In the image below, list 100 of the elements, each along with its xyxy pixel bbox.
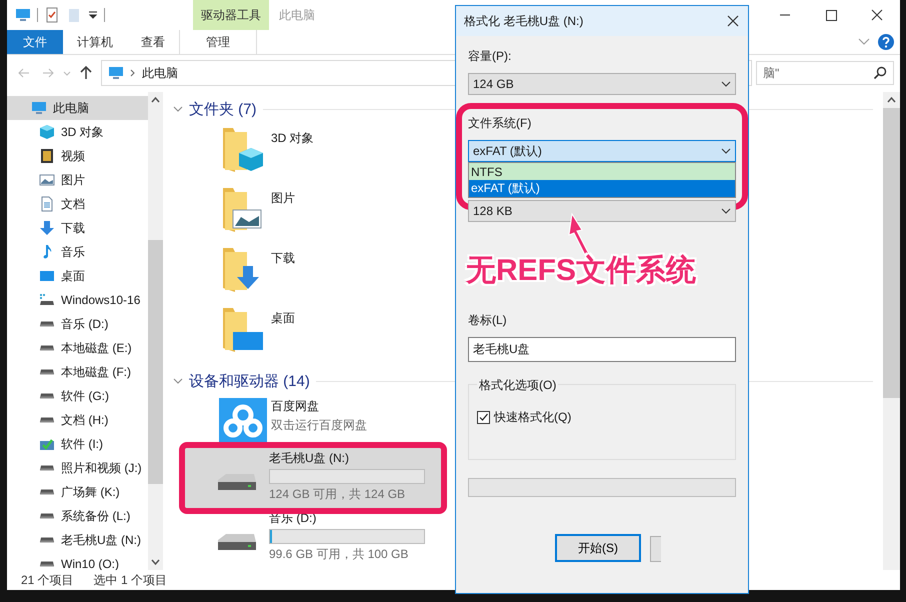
drive-icon [40,369,54,375]
nav-label: 音乐 (D:) [61,316,108,332]
nav-item[interactable]: 照片和视频 (J:) [7,456,148,480]
nav-label: 老毛桃U盘 (N:) [61,532,141,548]
drive-icon [40,465,54,471]
nav-label: 音乐 [61,244,85,260]
nav-item[interactable]: 广场舞 (K:) [7,480,148,504]
allocation-dropdown[interactable]: 128 KB [468,200,736,222]
check-icon [478,412,489,423]
nav-item[interactable]: 软件 (G:) [7,384,148,408]
filesystem-dropdown[interactable]: exFAT (默认) [468,140,736,162]
chevron-icon[interactable] [858,38,870,46]
nav-item[interactable]: 老毛桃U盘 (N:) [7,528,148,552]
filesystem-label: 文件系统(F) [468,115,532,132]
nav-label: 软件 (G:) [61,388,109,404]
volume-input[interactable]: 老毛桃U盘 [468,337,736,362]
scrollbar[interactable] [883,92,900,570]
properties-icon[interactable] [44,7,60,23]
scrollbar[interactable] [148,92,163,570]
folder-tile[interactable]: 图片 [173,184,423,244]
nav-item[interactable]: 本地磁盘 (E:) [7,336,148,360]
computer-icon [108,65,124,81]
quick-format-checkbox[interactable]: 快速格式化(Q) [477,409,727,426]
drive-icon [217,534,257,551]
drive-tile[interactable]: 老毛桃U盘 (N:) 124 GB 可用，共 124 GB [185,448,441,508]
group-header[interactable]: 设备和驱动器 (14) [189,372,310,390]
nav-label: 本地磁盘 (F:) [61,364,131,380]
nav-item[interactable]: 3D 对象 [7,120,148,144]
window-title: 此电脑 [279,6,315,24]
nav-item[interactable]: 此电脑 [7,96,148,120]
desktop-icon [39,268,55,284]
nav-item[interactable]: 下载 [7,216,148,240]
image-icon [39,172,55,188]
dropdown-option[interactable]: exFAT (默认) [469,180,735,197]
ribbon-tab[interactable]: 计算机 [63,30,127,54]
ribbon-tab[interactable]: 查看 [127,30,179,54]
drive-icon [217,474,257,491]
nav-label: 软件 (I:) [61,436,103,452]
computer-icon [15,7,31,23]
computer-icon [31,100,47,116]
drive-icon [40,537,54,543]
group-header[interactable]: 文件夹 (7) [189,100,256,118]
address-path: 此电脑 [142,64,178,82]
nav-item[interactable]: 图片 [7,168,148,192]
folder-tile[interactable]: 桌面 [173,304,423,364]
down-arrow-icon [39,220,55,236]
chevron-icon[interactable] [173,105,183,113]
annotation-text: 无REFS文件系统 [466,253,696,289]
nav-item[interactable]: 文档 [7,192,148,216]
nav-item[interactable]: 音乐 (D:) [7,312,148,336]
chevron-icon [721,81,731,87]
folder-tile[interactable]: 下载 [173,244,423,304]
drive-icon [40,321,54,327]
nav-label: 此电脑 [53,100,89,116]
drive-space: 99.6 GB 可用，共 100 GB [269,546,410,563]
chevron-icon [130,69,136,77]
nav-label: 下载 [61,220,85,236]
drive-name: 老毛桃U盘 (N:) [269,450,350,467]
chevron-icon[interactable] [173,377,183,385]
folder-name: 图片 [271,190,295,207]
nav-label: 照片和视频 (J:) [61,460,142,476]
caret-icon[interactable] [88,10,98,20]
folder-name: 桌面 [271,310,295,327]
volume-label: 卷标(L) [468,312,508,329]
nav-item[interactable]: 桌面 [7,264,148,288]
drive-icon [40,393,54,399]
context-tab-header: 驱动器工具 [193,0,269,30]
ribbon-tab[interactable]: 文件 [7,30,63,54]
app-description: 双击运行百度网盘 [271,417,367,434]
drive-icon [40,513,54,519]
nav-item[interactable]: 软件 (I:) [7,432,148,456]
drive-space: 124 GB 可用，共 124 GB [269,486,406,503]
drive-icon [40,489,54,495]
search-field[interactable]: 脑" [756,61,894,85]
ribbon-tab[interactable]: 管理 [179,30,257,54]
chevron-icon [721,148,731,154]
nav-label: 视频 [61,148,85,164]
app-tile[interactable]: 百度网盘 双击运行百度网盘 [173,396,423,448]
document-icon [39,196,55,212]
nav-label: 广场舞 (K:) [61,484,120,500]
folder-tile[interactable]: 3D 对象 [173,124,423,184]
start-button[interactable]: 开始(S) [555,534,641,562]
help-icon[interactable] [878,34,894,50]
nav-label: 图片 [61,172,85,188]
drive-icon [40,561,54,567]
nav-label: 系统备份 (L:) [61,508,130,524]
nav-item[interactable]: Windows10-16 [7,288,148,312]
nav-item[interactable]: 文档 (H:) [7,408,148,432]
network-drive-icon [39,292,55,308]
folder-name: 3D 对象 [271,130,314,147]
nav-item[interactable]: 视频 [7,144,148,168]
nav-item[interactable]: 音乐 [7,240,148,264]
capacity-dropdown[interactable]: 124 GB [468,73,736,95]
search-icon [873,66,887,80]
nav-item[interactable]: 系统备份 (L:) [7,504,148,528]
nav-label: 桌面 [61,268,85,284]
nav-label: Windows10-16 [61,293,140,307]
nav-item[interactable]: 本地磁盘 (F:) [7,360,148,384]
cube-icon [39,124,55,140]
dropdown-option[interactable]: NTFS [469,163,735,180]
